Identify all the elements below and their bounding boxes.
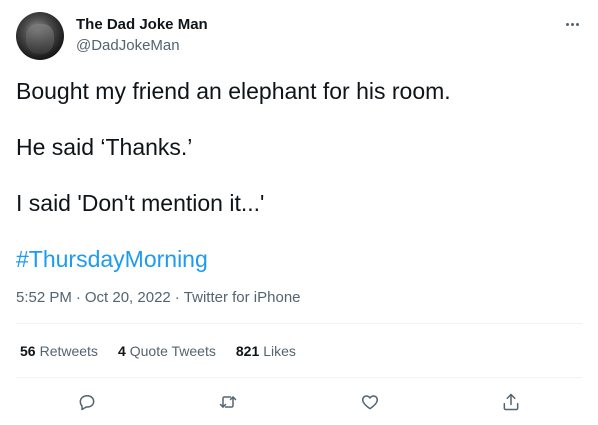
reply-icon[interactable] bbox=[75, 390, 99, 414]
quotes-count: 4 bbox=[117, 343, 126, 359]
share-icon[interactable] bbox=[499, 390, 523, 414]
author-handle[interactable]: @DadJokeMan bbox=[76, 37, 180, 54]
tweet-text: Bought my friend an elephant for his roo… bbox=[16, 76, 582, 300]
retweets-stat[interactable]: 56 Retweets bbox=[20, 343, 98, 359]
author-name[interactable]: The Dad Joke Man bbox=[76, 16, 208, 33]
tweet-line: He said ‘Thanks.’ bbox=[16, 134, 193, 160]
action-bar bbox=[16, 390, 582, 414]
avatar[interactable] bbox=[16, 12, 64, 60]
retweets-count: 56 bbox=[20, 343, 36, 359]
quotes-label: Quote Tweets bbox=[129, 343, 216, 359]
dot bbox=[575, 22, 579, 26]
separator: · bbox=[174, 289, 180, 306]
tweet-source[interactable]: Twitter for iPhone bbox=[184, 289, 301, 306]
hashtag-link[interactable]: #ThursdayMorning bbox=[16, 244, 582, 275]
separator: · bbox=[75, 289, 81, 306]
likes-stat[interactable]: 821 Likes bbox=[236, 343, 296, 359]
tweet-stats: 56 Retweets 4 Quote Tweets 821 Likes bbox=[20, 343, 296, 359]
dot bbox=[570, 22, 574, 26]
tweet-meta: 5:52 PM · Oct 20, 2022 · Twitter for iPh… bbox=[16, 289, 301, 306]
quotes-stat[interactable]: 4 Quote Tweets bbox=[118, 343, 216, 359]
like-icon[interactable] bbox=[358, 390, 382, 414]
likes-label: Likes bbox=[263, 343, 296, 359]
likes-count: 821 bbox=[235, 343, 260, 359]
tweet-time[interactable]: 5:52 PM bbox=[16, 289, 72, 306]
tweet-line: Bought my friend an elephant for his roo… bbox=[16, 78, 451, 104]
tweet-header: The Dad Joke Man @DadJokeMan bbox=[16, 12, 582, 60]
retweets-label: Retweets bbox=[39, 343, 98, 359]
more-options-icon[interactable] bbox=[562, 14, 582, 34]
divider bbox=[16, 377, 582, 378]
dot bbox=[565, 22, 569, 26]
tweet-date[interactable]: Oct 20, 2022 bbox=[85, 289, 171, 306]
tweet-line: I said 'Don't mention it...' bbox=[16, 190, 265, 216]
divider bbox=[16, 323, 582, 324]
retweet-icon[interactable] bbox=[216, 390, 240, 414]
